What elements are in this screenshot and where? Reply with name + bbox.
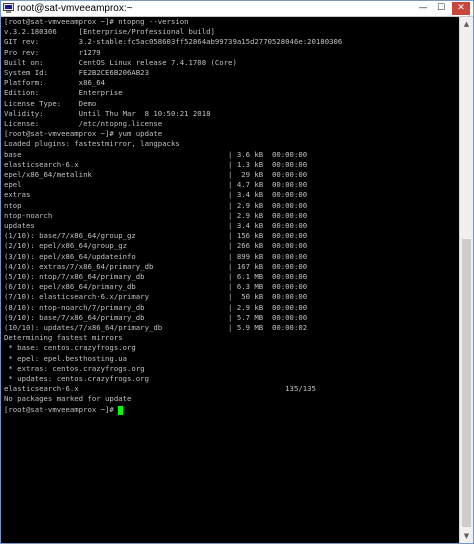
terminal-line: (10/10): updates/7/x86_64/primary_db | 5… bbox=[4, 323, 308, 332]
terminal-line: * base: centos.crazyfrogs.org bbox=[4, 343, 136, 353]
terminal-line: Loaded plugins: fastestmirror, langpacks bbox=[4, 139, 180, 149]
putty-window: root@sat-vmveeamprox:~ — ☐ ✕ [root@sat-v… bbox=[0, 0, 474, 544]
terminal-line: [root@sat-vmveeamprox ~]# yum update bbox=[4, 129, 163, 139]
maximize-button[interactable]: ☐ bbox=[433, 2, 449, 15]
terminal-line: updates | 3.4 kB 00:00:00 bbox=[4, 221, 308, 230]
terminal-line: License Type: Demo bbox=[4, 98, 97, 108]
terminal-line: ntop | 2.9 kB 00:00:00 bbox=[4, 200, 308, 210]
terminal-line: * extras: centos.crazyfrogs.org bbox=[4, 363, 145, 373]
terminal-line: epel | 4.7 kB 00:00:00 bbox=[4, 180, 308, 190]
terminal-line: * epel: epel.besthosting.ua bbox=[4, 353, 128, 363]
window-title: root@sat-vmveeamprox:~ bbox=[17, 3, 133, 14]
title-bar[interactable]: root@sat-vmveeamprox:~ — ☐ ✕ bbox=[1, 1, 473, 17]
terminal-line: Pro rev: r1279 bbox=[4, 47, 101, 57]
terminal-line: (8/10): ntop-noarch/7/primary_db | 2.9 k… bbox=[4, 302, 308, 312]
putty-app-icon[interactable] bbox=[3, 3, 14, 14]
scroll-down-arrow-icon[interactable]: ▼ bbox=[460, 529, 473, 543]
terminal-line: (6/10): epel/x86_64/primary_db | 6.3 MB … bbox=[4, 282, 308, 292]
terminal-line: Validity: Until Thu Mar 8 10:50:21 2018 bbox=[4, 108, 211, 118]
terminal-line: v.3.2.180306 [Enterprise/Professional bu… bbox=[4, 27, 215, 37]
terminal-line: elasticsearch-6.x | 1.3 kB 00:00:00 bbox=[4, 159, 308, 169]
minimize-button[interactable]: — bbox=[415, 2, 431, 15]
terminal-cursor bbox=[118, 405, 124, 415]
terminal-line: (9/10): base/7/x86_64/primary_db | 5.7 M… bbox=[4, 312, 308, 322]
terminal-line: License: /etc/ntopng.license bbox=[4, 119, 163, 128]
terminal-line: * updates: centos.crazyfrogs.org bbox=[4, 374, 149, 383]
terminal-line: Determining fastest mirrors bbox=[4, 333, 123, 343]
terminal-line: GIT rev: 3.2-stable:fc5ac058603ff52864ab… bbox=[4, 37, 343, 47]
terminal-line: elasticsearch-6.x 135/135 bbox=[4, 384, 316, 394]
terminal-line: (2/10): epel/x86_64/group_gz | 266 kB 00… bbox=[4, 241, 308, 251]
terminal-line: No packages marked for update bbox=[4, 394, 132, 404]
close-button[interactable]: ✕ bbox=[452, 2, 470, 15]
terminal-line: System Id: FE2B2CE6B206AB23 bbox=[4, 68, 149, 77]
terminal-line: base | 3.6 kB 00:00:00 bbox=[4, 149, 308, 159]
terminal-line: (5/10): ntop/7/x86_64/primary_db | 6.1 M… bbox=[4, 272, 308, 281]
scrollbar-thumb[interactable] bbox=[462, 239, 471, 527]
terminal-line: Edition: Enterprise bbox=[4, 88, 123, 98]
vertical-scrollbar[interactable]: ▲ ▼ bbox=[459, 17, 473, 543]
terminal-screen[interactable]: [root@sat-vmveeamprox ~]# ntopng --versi… bbox=[1, 17, 459, 543]
terminal-line: extras | 3.4 kB 00:00:00 bbox=[4, 190, 308, 200]
terminal-line: (4/10): extras/7/x86_64/primary_db | 167… bbox=[4, 261, 308, 271]
terminal-line: Built on: CentOS Linux release 7.4.1708 … bbox=[4, 57, 237, 67]
terminal-line: [root@sat-vmveeamprox ~]# ntopng --versi… bbox=[4, 17, 189, 26]
terminal-line: epel/x86_64/metalink | 29 kB 00:00:00 bbox=[4, 170, 308, 179]
terminal-line: Platform: x86_64 bbox=[4, 78, 106, 88]
terminal-line: ntop-noarch | 2.9 kB 00:00:00 bbox=[4, 210, 308, 220]
terminal-line: (7/10): elasticsearch-6.x/primary | 50 k… bbox=[4, 292, 308, 302]
terminal-line: [root@sat-vmveeamprox ~]# bbox=[4, 404, 119, 414]
terminal-line: (3/10): epel/x86_64/updateinfo | 899 kB … bbox=[4, 251, 308, 261]
terminal-line: (1/10): base/7/x86_64/group_gz | 156 kB … bbox=[4, 231, 308, 241]
scroll-up-arrow-icon[interactable]: ▲ bbox=[460, 17, 473, 31]
